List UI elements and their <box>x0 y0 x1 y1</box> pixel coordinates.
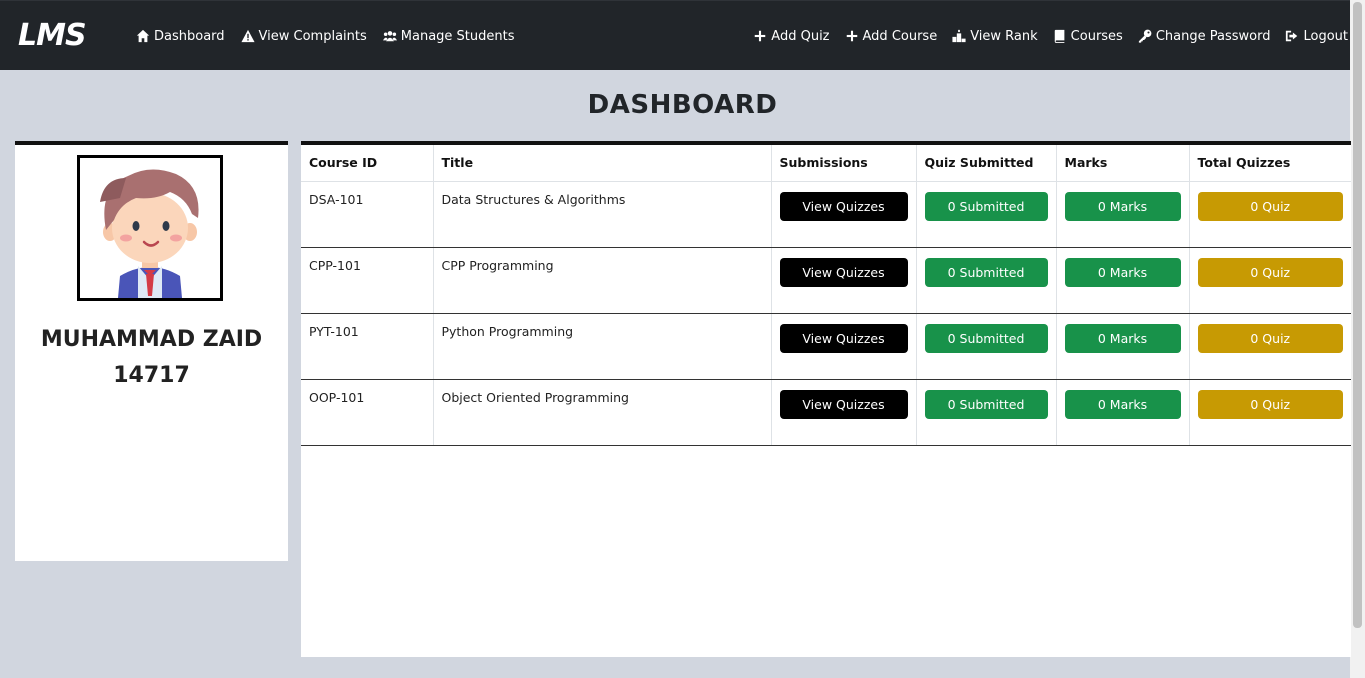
total-quizzes-button[interactable]: 0 Quiz <box>1197 323 1343 353</box>
table-header-row: Course ID Title Submissions Quiz Submitt… <box>301 145 1351 182</box>
users-icon <box>382 29 397 43</box>
logout-icon <box>1285 29 1299 43</box>
course-title-cell: CPP Programming <box>433 247 772 314</box>
page-title: DASHBOARD <box>587 90 778 120</box>
avatar <box>77 155 223 301</box>
student-id: 14717 <box>113 363 190 388</box>
table-row: CPP-101 CPP Programming View Quizzes 0 S… <box>301 247 1351 314</box>
view-quizzes-button[interactable]: View Quizzes <box>779 191 908 221</box>
nav-view-rank[interactable]: View Rank <box>952 28 1038 44</box>
nav-add-course[interactable]: Add Course <box>845 28 938 44</box>
warning-icon <box>240 29 255 43</box>
header-quiz-submitted: Quiz Submitted <box>916 145 1057 182</box>
submissions-cell: View Quizzes <box>771 379 917 446</box>
view-quizzes-button[interactable]: View Quizzes <box>779 389 908 419</box>
marks-button[interactable]: 0 Marks <box>1064 191 1181 221</box>
marks-cell: 0 Marks <box>1056 247 1190 314</box>
nav-label: Logout <box>1303 28 1348 44</box>
table-row: OOP-101 Object Oriented Programming View… <box>301 379 1351 446</box>
nav-label: View Complaints <box>258 28 367 44</box>
marks-button[interactable]: 0 Marks <box>1064 257 1181 287</box>
submissions-cell: View Quizzes <box>771 247 917 314</box>
view-quizzes-button[interactable]: View Quizzes <box>779 257 908 287</box>
total-quizzes-cell: 0 Quiz <box>1189 247 1351 314</box>
nav-right: Add Quiz Add Course View Rank Courses Ch… <box>753 1 1348 71</box>
course-id-cell: PYT-101 <box>301 313 434 380</box>
course-title-cell: Object Oriented Programming <box>433 379 772 446</box>
marks-cell: 0 Marks <box>1056 181 1190 248</box>
total-quizzes-cell: 0 Quiz <box>1189 313 1351 380</box>
nav-change-password[interactable]: Change Password <box>1138 28 1271 44</box>
course-title-cell: Python Programming <box>433 313 772 380</box>
nav-label: View Rank <box>970 28 1038 44</box>
plus-icon <box>753 29 767 43</box>
student-avatar-icon <box>80 158 220 298</box>
nav-logout[interactable]: Logout <box>1285 29 1348 44</box>
nav-manage-students[interactable]: Manage Students <box>382 28 515 44</box>
marks-button[interactable]: 0 Marks <box>1064 323 1181 353</box>
quiz-submitted-cell: 0 Submitted <box>916 379 1057 446</box>
total-quizzes-cell: 0 Quiz <box>1189 181 1351 248</box>
lms-logo[interactable]: LMS <box>18 21 87 51</box>
nav-dashboard[interactable]: Dashboard <box>136 29 225 44</box>
key-icon <box>1138 29 1152 43</box>
plus-icon <box>845 29 859 43</box>
courses-table: Course ID Title Submissions Quiz Submitt… <box>301 145 1351 446</box>
nav-add-quiz[interactable]: Add Quiz <box>753 28 830 44</box>
marks-cell: 0 Marks <box>1056 379 1190 446</box>
student-name: MUHAMMAD ZAID <box>40 327 263 352</box>
submissions-cell: View Quizzes <box>771 181 917 248</box>
quiz-submitted-button[interactable]: 0 Submitted <box>924 389 1048 419</box>
header-course-id: Course ID <box>301 145 434 182</box>
total-quizzes-cell: 0 Quiz <box>1189 379 1351 446</box>
total-quizzes-button[interactable]: 0 Quiz <box>1197 389 1343 419</box>
nav-label: Change Password <box>1155 28 1271 44</box>
header-marks: Marks <box>1056 145 1190 182</box>
header-total-quizzes: Total Quizzes <box>1189 145 1351 182</box>
table-row: PYT-101 Python Programming View Quizzes … <box>301 313 1351 380</box>
quiz-submitted-cell: 0 Submitted <box>916 181 1057 248</box>
nav-label: Manage Students <box>400 28 515 44</box>
course-id-cell: OOP-101 <box>301 379 434 446</box>
nav-label: Add Quiz <box>771 28 830 44</box>
nav-label: Courses <box>1070 28 1123 44</box>
nav-label: Dashboard <box>154 28 225 44</box>
profile-card: MUHAMMAD ZAID 14717 <box>15 141 288 561</box>
course-title-cell: Data Structures & Algorithms <box>433 181 772 248</box>
header-submissions: Submissions <box>771 145 917 182</box>
quiz-submitted-button[interactable]: 0 Submitted <box>924 191 1048 221</box>
marks-button[interactable]: 0 Marks <box>1064 389 1181 419</box>
quiz-submitted-button[interactable]: 0 Submitted <box>924 323 1048 353</box>
marks-cell: 0 Marks <box>1056 313 1190 380</box>
podium-icon <box>952 29 966 43</box>
quiz-submitted-button[interactable]: 0 Submitted <box>924 257 1048 287</box>
home-icon <box>136 29 150 43</box>
courses-panel: Course ID Title Submissions Quiz Submitt… <box>301 141 1351 657</box>
total-quizzes-button[interactable]: 0 Quiz <box>1197 257 1343 287</box>
header-title: Title <box>433 145 772 182</box>
table-row: DSA-101 Data Structures & Algorithms Vie… <box>301 181 1351 248</box>
book-icon <box>1053 29 1067 43</box>
nav-left: Dashboard View Complaints Manage Student… <box>136 1 514 71</box>
course-id-cell: CPP-101 <box>301 247 434 314</box>
nav-view-complaints[interactable]: View Complaints <box>240 28 367 44</box>
nav-label: Add Course <box>862 28 938 44</box>
top-navbar: LMS Dashboard View Complaints Manage Stu… <box>0 0 1350 70</box>
total-quizzes-button[interactable]: 0 Quiz <box>1197 191 1343 221</box>
course-id-cell: DSA-101 <box>301 181 434 248</box>
view-quizzes-button[interactable]: View Quizzes <box>779 323 908 353</box>
quiz-submitted-cell: 0 Submitted <box>916 247 1057 314</box>
quiz-submitted-cell: 0 Submitted <box>916 313 1057 380</box>
submissions-cell: View Quizzes <box>771 313 917 380</box>
nav-courses[interactable]: Courses <box>1053 29 1123 44</box>
